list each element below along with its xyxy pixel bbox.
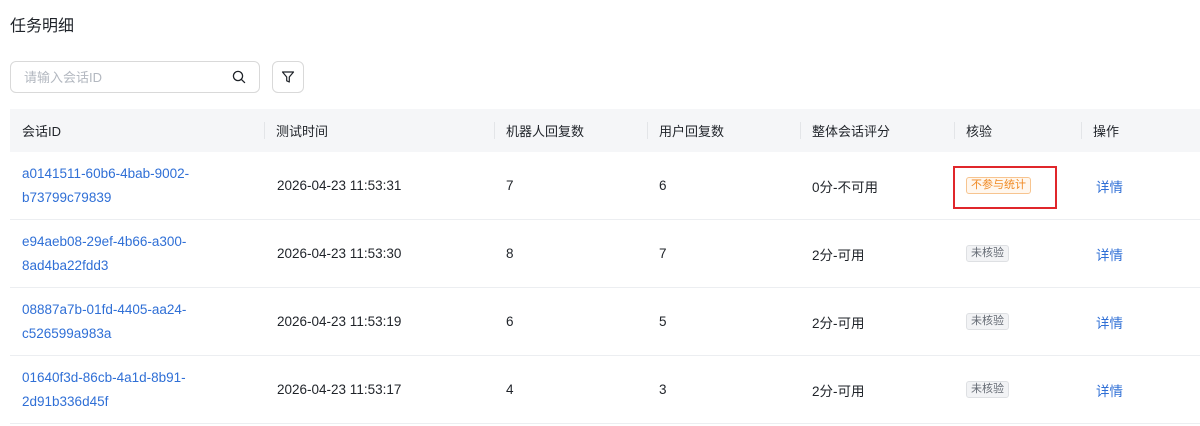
detail-link[interactable]: 详情 (1093, 380, 1123, 400)
user-replies-cell: 3 (659, 382, 667, 397)
header-test-time: 测试时间 (264, 109, 494, 152)
verify-cell: 不参与统计 (953, 152, 1081, 219)
score-cell: 2分-可用 (812, 247, 865, 263)
action-cell: 详情 (1081, 220, 1200, 287)
search-box (10, 61, 260, 93)
user-replies-cell: 5 (659, 314, 667, 329)
detail-link[interactable]: 详情 (1093, 312, 1123, 332)
verify-cell: 未核验 (954, 220, 1081, 287)
page-title: 任务明细 (10, 18, 75, 35)
header-action: 操作 (1081, 109, 1200, 152)
bot-replies-cell: 4 (506, 382, 514, 397)
table-row: 08887a7b-01fd-4405-aa24- c526599a983a 202… (10, 288, 1200, 356)
table-row: e94aeb08-29ef-4b66-a300- 8ad4ba22fdd3 202… (10, 220, 1200, 288)
search-icon[interactable] (232, 70, 246, 84)
task-detail-table: 会话ID 测试时间 机器人回复数 用户回复数 整体会话评分 核验 操作 a014… (10, 109, 1200, 424)
session-id-link[interactable]: 01640f3d-86cb-4a1d-8b91- 2d91b336d45f (22, 366, 232, 414)
filter-icon (281, 71, 295, 83)
session-id-link[interactable]: a0141511-60b6-4bab-9002- b73799c79839 (22, 162, 232, 210)
verify-cell: 未核验 (954, 356, 1081, 423)
bot-replies-cell: 8 (506, 246, 514, 261)
table-row: 01640f3d-86cb-4a1d-8b91- 2d91b336d45f 202… (10, 356, 1200, 424)
user-replies-cell: 7 (659, 246, 667, 261)
score-cell: 0分-不可用 (812, 179, 879, 195)
test-time-cell: 2026-04-23 11:53:31 (277, 178, 402, 193)
session-id-link[interactable]: e94aeb08-29ef-4b66-a300- 8ad4ba22fdd3 (22, 230, 232, 278)
action-cell: 详情 (1081, 356, 1200, 423)
filter-button[interactable] (272, 61, 304, 93)
test-time-cell: 2026-04-23 11:53:30 (277, 246, 402, 261)
score-cell: 2分-可用 (812, 383, 865, 399)
user-replies-cell: 6 (659, 178, 667, 193)
table-row: a0141511-60b6-4bab-9002- b73799c79839 202… (10, 152, 1200, 220)
header-session-id: 会话ID (22, 124, 62, 139)
verify-cell: 未核验 (954, 288, 1081, 355)
bot-replies-cell: 6 (506, 314, 514, 329)
session-id-cell: e94aeb08-29ef-4b66-a300- 8ad4ba22fdd3 (10, 220, 264, 287)
test-time-cell: 2026-04-23 11:53:17 (277, 382, 402, 397)
action-cell: 详情 (1081, 152, 1200, 219)
header-bot-replies: 机器人回复数 (494, 109, 647, 152)
session-id-cell: 01640f3d-86cb-4a1d-8b91- 2d91b336d45f (10, 356, 264, 423)
session-id-link[interactable]: 08887a7b-01fd-4405-aa24- c526599a983a (22, 298, 232, 346)
test-time-cell: 2026-04-23 11:53:19 (277, 314, 402, 329)
search-input[interactable] (11, 63, 221, 91)
header-overall-score: 整体会话评分 (800, 109, 954, 152)
status-badge: 未核验 (966, 381, 1009, 398)
table-header: 会话ID 测试时间 机器人回复数 用户回复数 整体会话评分 核验 操作 (10, 109, 1200, 152)
score-cell: 2分-可用 (812, 315, 865, 331)
detail-link[interactable]: 详情 (1093, 176, 1123, 196)
status-badge: 未核验 (966, 313, 1009, 330)
header-user-replies: 用户回复数 (647, 109, 800, 152)
session-id-cell: a0141511-60b6-4bab-9002- b73799c79839 (10, 152, 264, 219)
header-verify: 核验 (954, 109, 1081, 152)
session-id-cell: 08887a7b-01fd-4405-aa24- c526599a983a (10, 288, 264, 355)
bot-replies-cell: 7 (506, 178, 514, 193)
highlight-box (953, 166, 1057, 209)
action-cell: 详情 (1081, 288, 1200, 355)
detail-link[interactable]: 详情 (1093, 244, 1123, 264)
status-badge: 未核验 (966, 245, 1009, 262)
